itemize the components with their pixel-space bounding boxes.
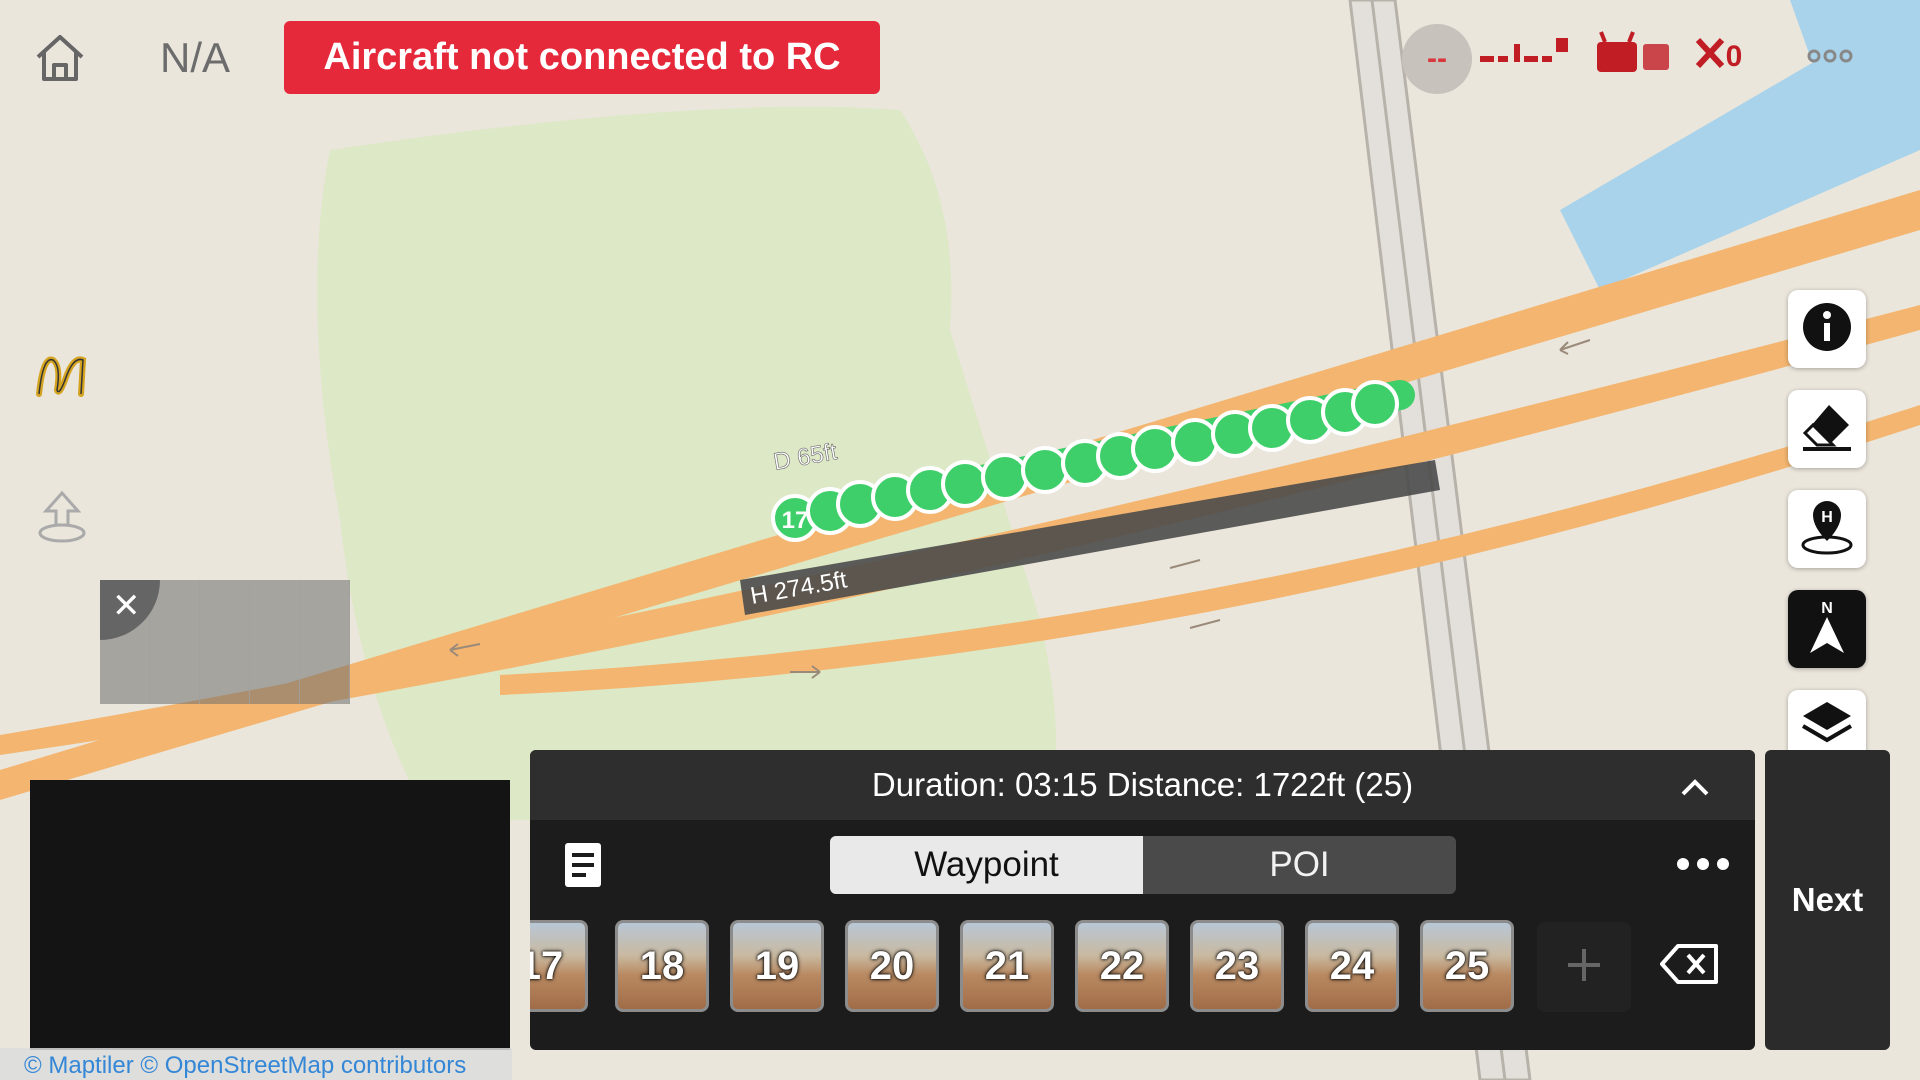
waypoint-17-marker-label: 17 <box>782 507 809 534</box>
rc-status[interactable] <box>1592 30 1674 80</box>
waypoint-thumb-22[interactable]: 22 <box>1075 920 1169 1012</box>
waypoint-number: 22 <box>1099 943 1145 988</box>
minimap-cell <box>200 580 250 704</box>
compass-north-icon: N <box>1802 597 1852 662</box>
home-icon <box>34 33 86 88</box>
clear-route-button[interactable] <box>1788 390 1866 468</box>
minimap-cell <box>250 580 300 704</box>
waypoint-number: 18 <box>639 943 685 988</box>
waypoint-thumb-17[interactable]: 17 <box>530 920 588 1012</box>
close-icon: ✕ <box>112 587 141 625</box>
obstacle-status[interactable]: 0 <box>1688 32 1748 82</box>
gps-status[interactable] <box>1478 34 1570 74</box>
takeoff-arrow-icon <box>34 489 90 550</box>
route-path-icon <box>33 350 89 405</box>
waypoint-thumb-23[interactable]: 23 <box>1190 920 1284 1012</box>
home-point-icon: H <box>1799 497 1855 562</box>
waypoint-thumb-18[interactable]: 18 <box>615 920 709 1012</box>
panel-more-button[interactable] <box>1671 846 1735 886</box>
vision-off-icon <box>1694 36 1726 78</box>
home-point-button[interactable]: H <box>1788 490 1866 568</box>
gps-signal-icon <box>1478 34 1570 75</box>
waypoint-number: 23 <box>1214 943 1260 988</box>
waypoint-strip[interactable]: 17 18 19 20 21 22 23 24 25 <box>530 920 1755 1020</box>
chevron-up-icon <box>1680 767 1710 805</box>
obstacle-count: 0 <box>1725 40 1743 73</box>
plus-icon <box>1564 945 1604 990</box>
home-point-letter: H <box>1821 509 1833 526</box>
tab-waypoint[interactable]: Waypoint <box>830 836 1143 894</box>
info-button[interactable] <box>1788 290 1866 368</box>
waypoint-number: 20 <box>869 943 915 988</box>
mission-summary-bar: Duration: 03:15 Distance: 1722ft (25) <box>530 750 1755 820</box>
backspace-icon <box>1660 942 1720 991</box>
rc-disconnected-icon <box>1593 30 1673 81</box>
next-button[interactable]: Next <box>1765 750 1890 1050</box>
waypoint-thumb-25[interactable]: 25 <box>1420 920 1514 1012</box>
waypoint-number: 24 <box>1329 943 1375 988</box>
minimap-cell <box>300 580 350 704</box>
more-dots-icon <box>1676 857 1730 876</box>
connection-alert-banner: Aircraft not connected to RC <box>284 21 880 94</box>
waypoint-thumb-19[interactable]: 19 <box>730 920 824 1012</box>
compass-button[interactable]: N <box>1788 590 1866 668</box>
waypoint-number: 19 <box>754 943 800 988</box>
waypoint-number: 21 <box>984 943 1030 988</box>
delete-waypoint-button[interactable] <box>1658 938 1722 994</box>
waypoint-number: 17 <box>530 943 564 988</box>
signal-indicator[interactable]: -- <box>1402 24 1472 94</box>
mission-panel: Duration: 03:15 Distance: 1722ft (25) Wa… <box>530 750 1755 1050</box>
compass-letter: N <box>1821 600 1833 617</box>
waypoint-number: 25 <box>1444 943 1490 988</box>
map-attribution[interactable]: © Maptiler © OpenStreetMap contributors <box>0 1048 512 1080</box>
list-document-icon <box>563 841 603 894</box>
altitude-readout: N/A <box>160 34 231 81</box>
add-waypoint-button[interactable] <box>1537 922 1631 1012</box>
layers-icon <box>1799 698 1855 753</box>
minimap-cell <box>150 580 200 704</box>
settings-more-button[interactable] <box>1800 38 1860 78</box>
home-button[interactable] <box>28 28 92 92</box>
more-dots-icon <box>1806 48 1854 69</box>
camera-preview[interactable] <box>30 780 510 1050</box>
waypoint-thumb-24[interactable]: 24 <box>1305 920 1399 1012</box>
eraser-icon <box>1799 401 1855 458</box>
mission-list-button[interactable] <box>558 840 608 894</box>
mode-tabs: Waypoint POI <box>830 836 1456 894</box>
takeoff-button[interactable] <box>30 488 94 550</box>
route-tool-button[interactable] <box>30 348 92 406</box>
info-icon <box>1801 301 1853 358</box>
tab-poi[interactable]: POI <box>1143 836 1456 894</box>
collapse-panel-button[interactable] <box>1675 766 1715 806</box>
mission-summary: Duration: 03:15 Distance: 1722ft (25) <box>871 766 1414 803</box>
waypoint-thumb-21[interactable]: 21 <box>960 920 1054 1012</box>
waypoint-thumb-20[interactable]: 20 <box>845 920 939 1012</box>
